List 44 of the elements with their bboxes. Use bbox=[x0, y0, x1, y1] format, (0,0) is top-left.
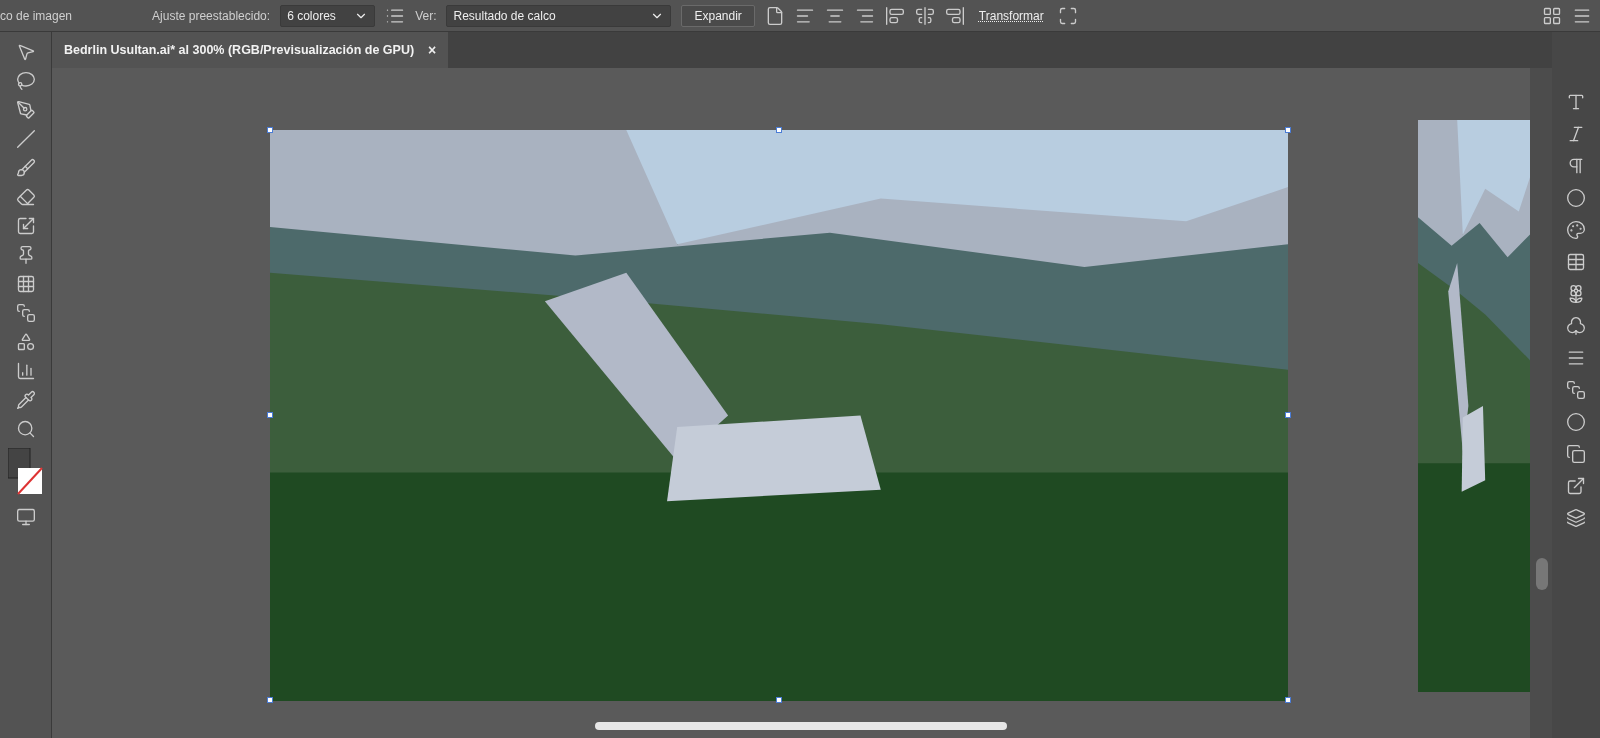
export-icon[interactable] bbox=[1566, 476, 1586, 496]
pen-icon[interactable] bbox=[15, 100, 36, 120]
expand-button[interactable]: Expandir bbox=[681, 4, 755, 27]
graph-icon[interactable] bbox=[15, 361, 36, 381]
transform-link[interactable]: Transformar bbox=[974, 8, 1048, 23]
document-title: Bedrlin Usultan.ai* al 300% (RGB/Previsualización de GPU) bbox=[64, 43, 415, 57]
symbols-icon[interactable] bbox=[1566, 316, 1586, 336]
eraser-icon[interactable] bbox=[15, 187, 36, 207]
preset-label: Ajuste preestablecido: bbox=[152, 8, 271, 23]
selection-handle[interactable] bbox=[1285, 412, 1291, 418]
view-label: Ver: bbox=[415, 8, 437, 23]
swatches-icon[interactable] bbox=[1566, 252, 1586, 272]
vertical-scrollbar[interactable] bbox=[1536, 558, 1548, 590]
fit-icon[interactable] bbox=[1057, 5, 1078, 26]
align-middle-icon[interactable] bbox=[914, 5, 935, 26]
align-bottom-icon[interactable] bbox=[944, 5, 965, 26]
brush-icon[interactable] bbox=[15, 158, 36, 178]
layers-icon[interactable] bbox=[1566, 508, 1586, 528]
horizontal-scrollbar[interactable] bbox=[595, 722, 1007, 730]
grid-icon[interactable] bbox=[1542, 5, 1562, 26]
document-tab[interactable]: Bedrlin Usultan.ai* al 300% (RGB/Previsualización de GPU) × bbox=[52, 32, 449, 68]
line-icon[interactable] bbox=[15, 129, 36, 149]
selection-handle[interactable] bbox=[1285, 127, 1291, 133]
view-dropdown[interactable]: Resultado de calco bbox=[446, 4, 672, 27]
eyedropper-icon[interactable] bbox=[15, 390, 36, 410]
zoom-icon[interactable] bbox=[15, 419, 36, 439]
selection-handle[interactable] bbox=[267, 127, 273, 133]
close-button[interactable]: × bbox=[428, 42, 437, 58]
screen-mode-icon[interactable] bbox=[15, 507, 36, 527]
selection-handle[interactable] bbox=[267, 412, 273, 418]
selection-handle[interactable] bbox=[1285, 697, 1291, 703]
preset-dropdown[interactable]: 6 colores bbox=[280, 4, 376, 27]
scale-icon[interactable] bbox=[15, 216, 36, 236]
selection-handle[interactable] bbox=[267, 697, 273, 703]
character-icon[interactable] bbox=[1566, 92, 1586, 112]
transform-icon[interactable] bbox=[1566, 444, 1586, 464]
selection-handle[interactable] bbox=[776, 697, 782, 703]
align-top-icon[interactable] bbox=[884, 5, 905, 26]
panel-title: co de imagen bbox=[0, 8, 73, 23]
palette-icon[interactable] bbox=[1566, 220, 1586, 240]
lasso-icon[interactable] bbox=[15, 71, 36, 91]
selection-handle[interactable] bbox=[776, 127, 782, 133]
shape-builder-icon[interactable] bbox=[15, 332, 36, 352]
mesh-icon[interactable] bbox=[15, 274, 36, 294]
